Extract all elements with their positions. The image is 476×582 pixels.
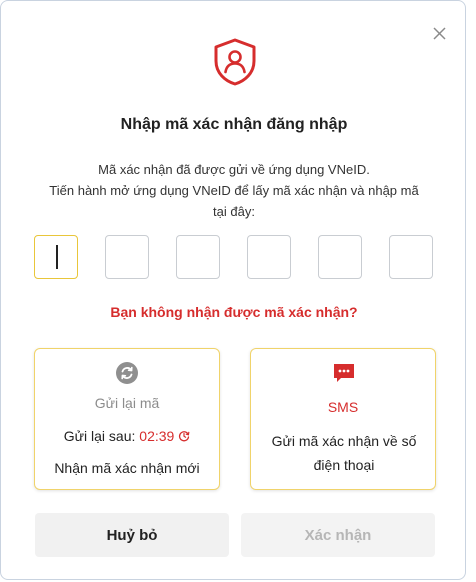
cancel-button[interactable]: Huỷ bỏ (35, 513, 229, 557)
otp-digit-2[interactable] (105, 235, 149, 279)
otp-digit-5[interactable] (318, 235, 362, 279)
sms-description: Gửi mã xác nhận về số điện thoại (271, 433, 417, 473)
login-verification-dialog: Nhập mã xác nhận đăng nhập Mã xác nhận đ… (0, 0, 466, 580)
resend-code-card[interactable]: Gửi lại mã Gửi lại sau: 02:39 Nhận mã xá… (34, 348, 220, 490)
otp-input-group (34, 235, 436, 281)
otp-digit-3[interactable] (176, 235, 220, 279)
resend-subtitle: Nhận mã xác nhận mới (54, 460, 200, 476)
countdown-value: 02:39 (139, 428, 175, 444)
user-shield-icon (211, 37, 259, 87)
resend-code-title: Gửi lại mã (94, 395, 160, 411)
dialog-description: Mã xác nhận đã được gửi về ứng dụng VNeI… (41, 159, 427, 222)
clock-icon (179, 431, 190, 442)
resend-countdown: Gửi lại sau: 02:39 (35, 428, 219, 444)
not-received-question: Bạn không nhận được mã xác nhận? (110, 304, 358, 320)
description-line-2: Tiến hành mở ứng dụng VNeID để lấy mã xá… (49, 183, 419, 219)
sms-message-icon (332, 361, 356, 385)
close-button[interactable] (429, 23, 451, 45)
description-line-1: Mã xác nhận đã được gửi về ứng dụng VNeI… (98, 162, 370, 177)
countdown-label: Gửi lại sau: (63, 428, 136, 444)
otp-digit-4[interactable] (247, 235, 291, 279)
text-caret (56, 245, 58, 269)
refresh-icon (115, 361, 139, 385)
sms-title: SMS (327, 399, 359, 415)
close-icon[interactable] (429, 23, 451, 45)
otp-digit-6[interactable] (389, 235, 433, 279)
confirm-button[interactable]: Xác nhận (241, 513, 435, 557)
sms-card[interactable]: SMS Gửi mã xác nhận về số điện thoại (250, 348, 436, 490)
dialog-title: Nhập mã xác nhận đăng nhập (120, 116, 348, 133)
